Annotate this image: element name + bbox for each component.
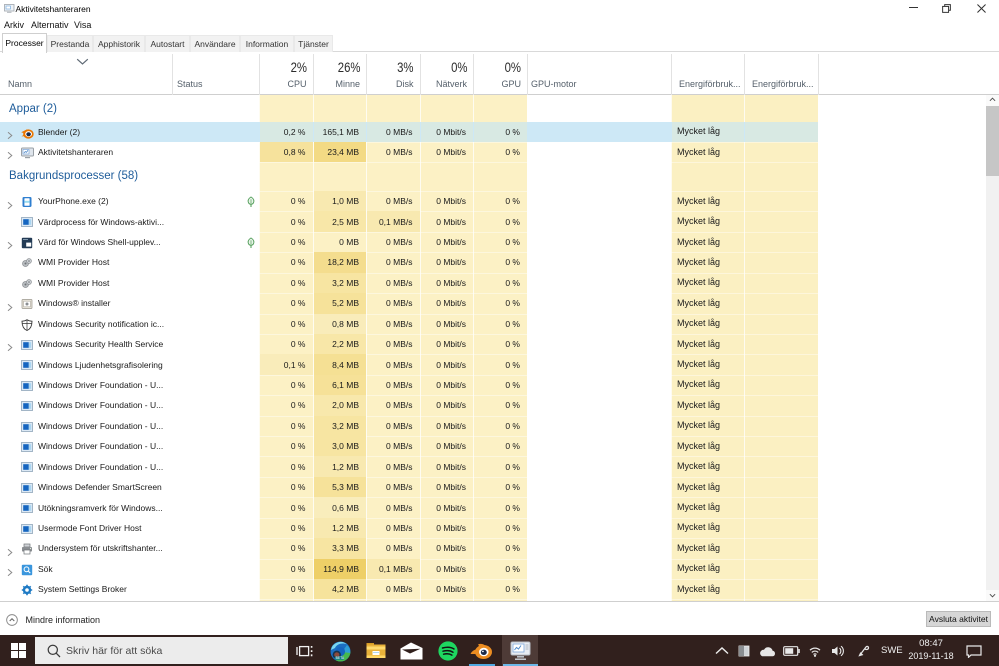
svg-text:BETA: BETA bbox=[336, 656, 345, 660]
